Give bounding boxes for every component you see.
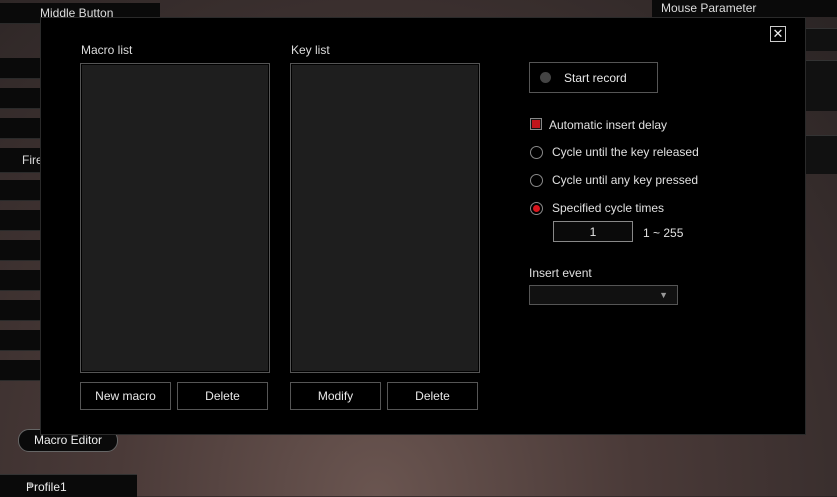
auto-insert-delay-checkbox[interactable] bbox=[530, 118, 542, 130]
bg-right-row[interactable] bbox=[805, 28, 837, 51]
mouse-parameter-header[interactable]: Mouse Parameter bbox=[652, 0, 837, 17]
macro-list-label: Macro list bbox=[81, 43, 133, 57]
delete-macro-button[interactable]: Delete bbox=[177, 382, 268, 410]
radio-cycle-until-released[interactable] bbox=[530, 146, 543, 159]
radio-cycle-until-any-key[interactable] bbox=[530, 174, 543, 187]
modify-button[interactable]: Modify bbox=[290, 382, 381, 410]
start-record-label: Start record bbox=[564, 71, 627, 85]
bg-right-row[interactable] bbox=[805, 135, 837, 174]
radio-label: Cycle until the key released bbox=[552, 145, 699, 159]
record-dot-icon bbox=[540, 72, 551, 83]
key-list[interactable] bbox=[290, 63, 480, 373]
dropdown-arrow-icon: ▼ bbox=[659, 290, 668, 300]
cycle-times-input[interactable] bbox=[553, 221, 633, 242]
radio-label: Specified cycle times bbox=[552, 201, 665, 215]
macro-list[interactable] bbox=[80, 63, 270, 373]
radio-specified-cycle-times[interactable] bbox=[530, 202, 543, 215]
delete-key-button[interactable]: Delete bbox=[387, 382, 478, 410]
close-icon[interactable]: ✕ bbox=[770, 26, 786, 42]
radio-label: Cycle until any key pressed bbox=[552, 173, 699, 187]
bg-right-row[interactable] bbox=[805, 60, 837, 111]
profile-select[interactable]: Profile1 ▼ bbox=[0, 474, 137, 497]
new-macro-button[interactable]: New macro bbox=[80, 382, 171, 410]
macro-editor-dialog: ✕ Macro list Key list New macro Delete M… bbox=[40, 17, 806, 435]
key-list-label: Key list bbox=[291, 43, 330, 57]
dropdown-arrow-icon: ▼ bbox=[26, 480, 35, 490]
auto-insert-delay-label: Automatic insert delay bbox=[549, 118, 668, 132]
start-record-button[interactable]: Start record bbox=[529, 62, 658, 93]
insert-event-label: Insert event bbox=[529, 266, 592, 280]
insert-event-select[interactable]: ▼ bbox=[529, 285, 678, 305]
cycle-range-label: 1 ~ 255 bbox=[643, 226, 684, 240]
mouse-parameter-label: Mouse Parameter bbox=[661, 1, 757, 15]
